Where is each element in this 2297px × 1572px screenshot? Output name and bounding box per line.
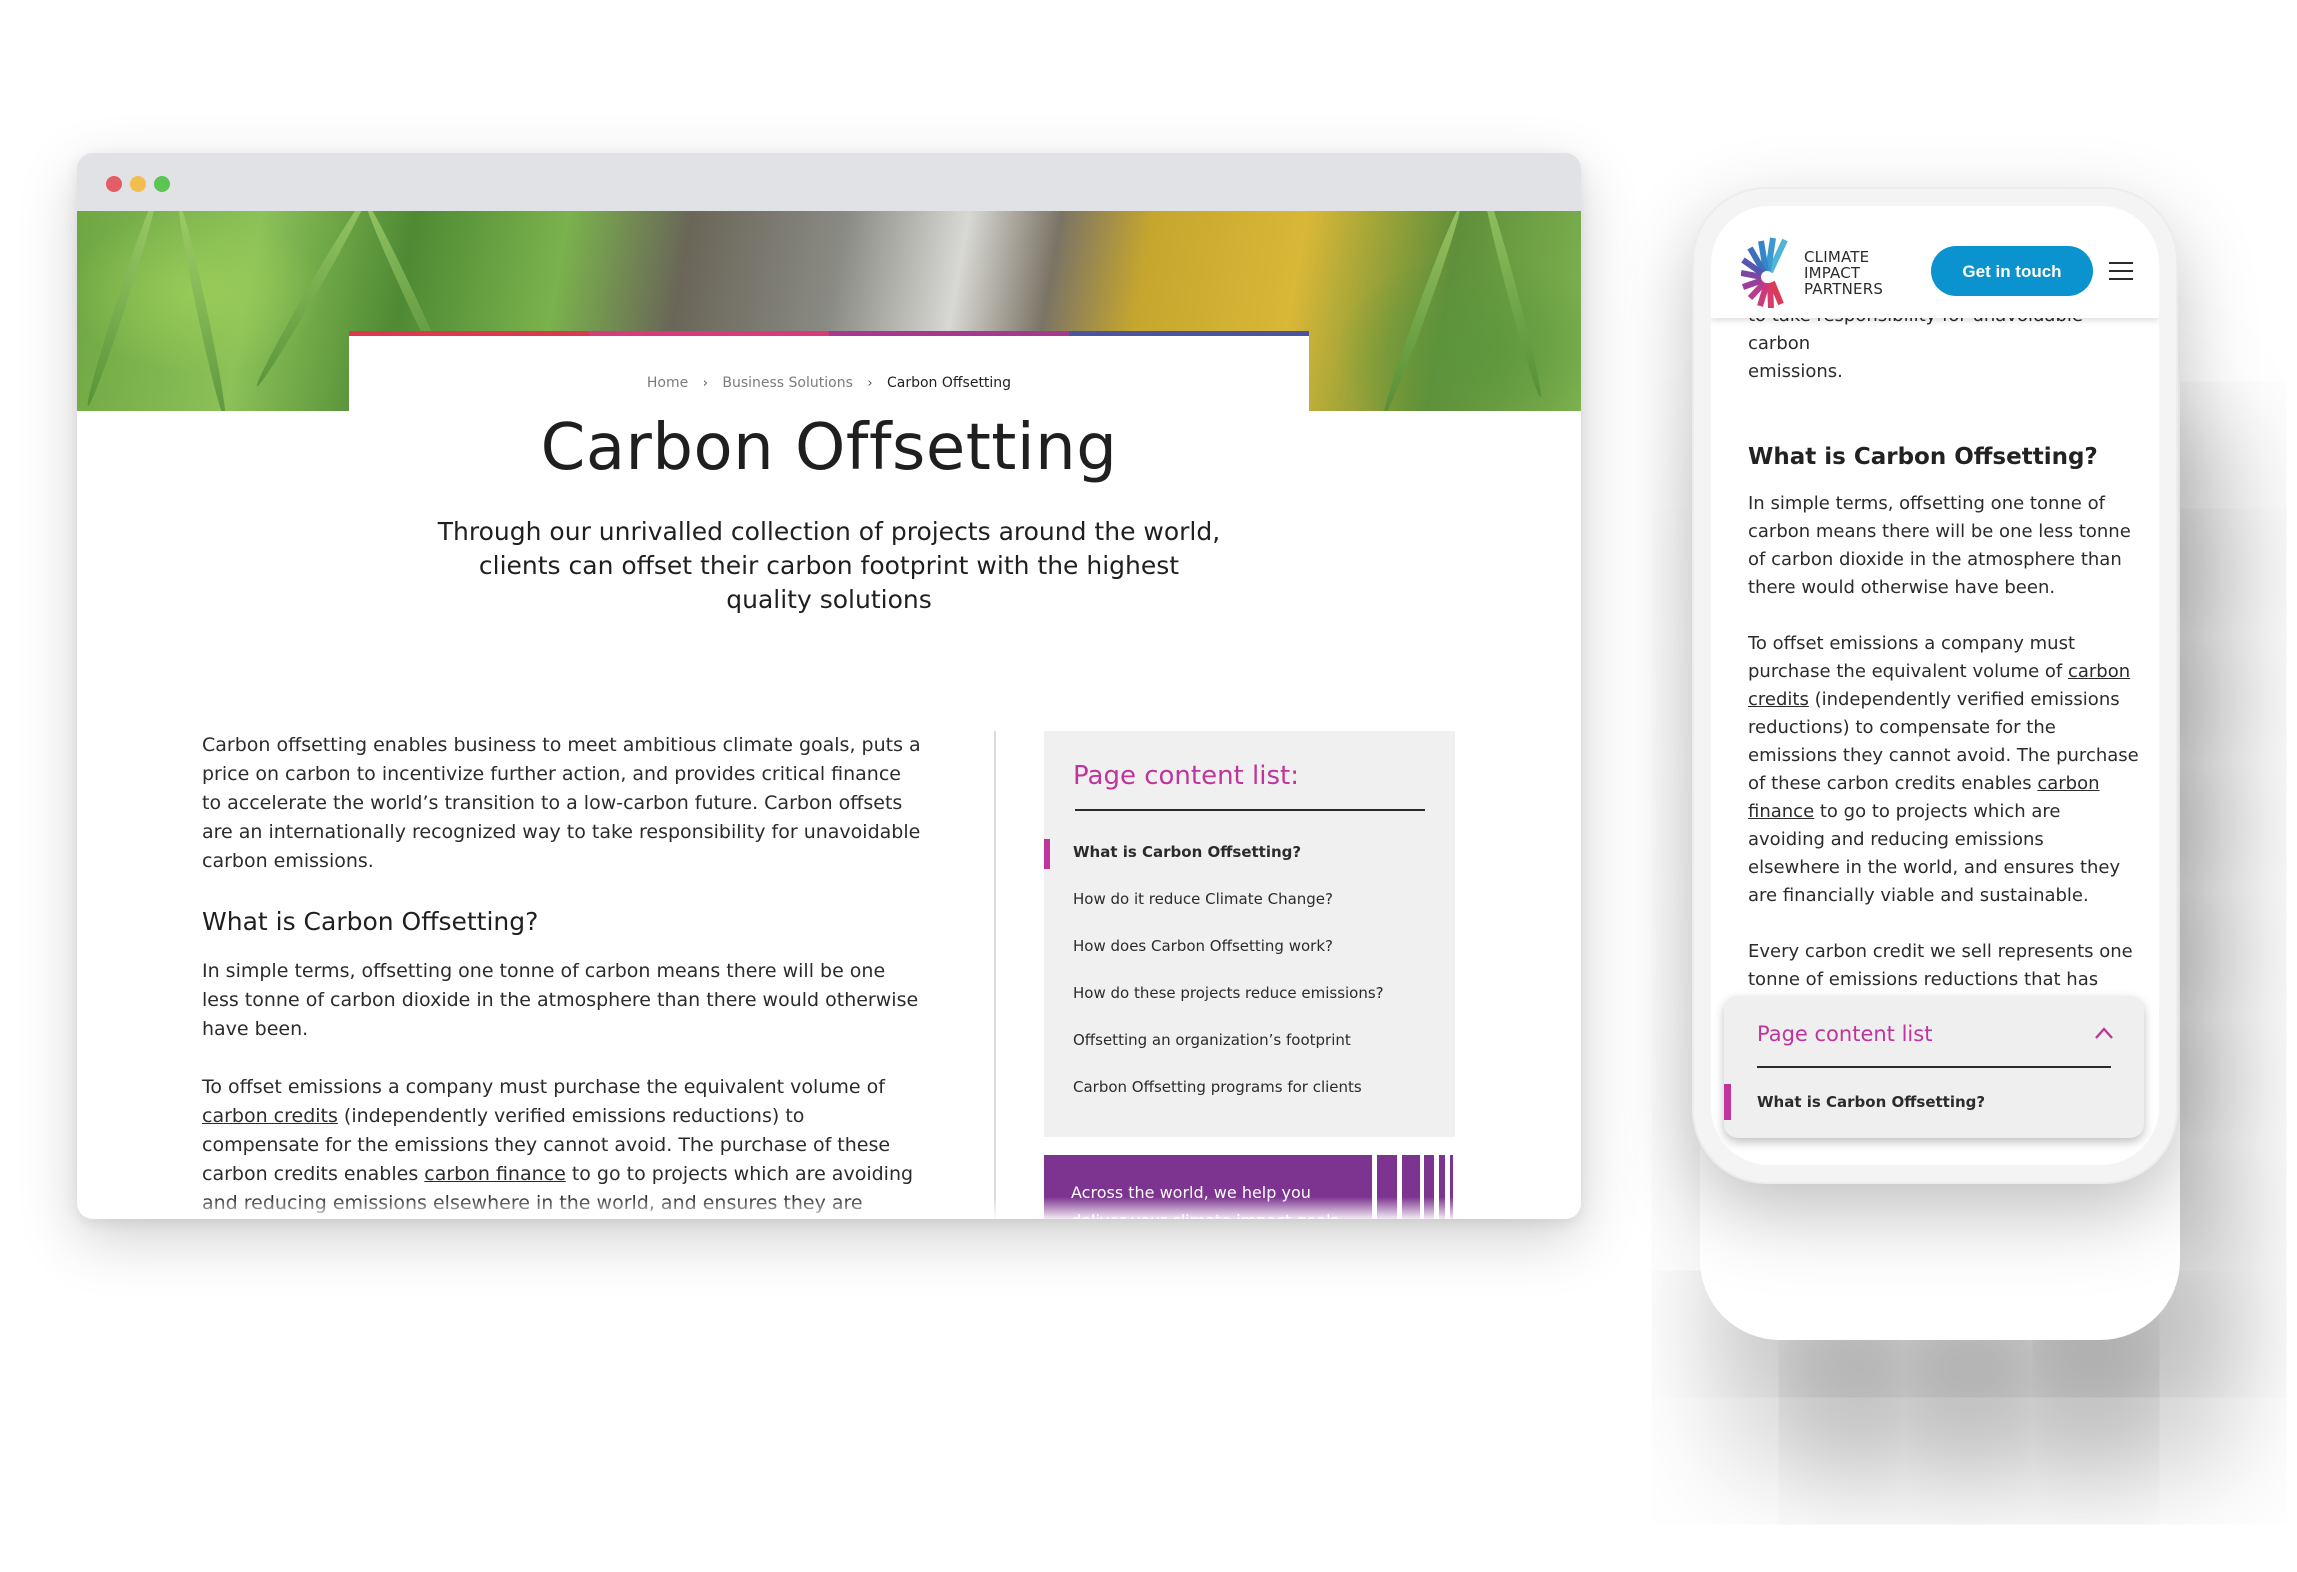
gradient-accent-bar — [349, 331, 1309, 336]
column-divider — [994, 731, 996, 1219]
page-subtitle: Through our unrivalled collection of pro… — [437, 517, 1221, 614]
article-content: Carbon offsetting enables business to me… — [202, 731, 926, 1219]
logo-line: CLIMATE — [1804, 248, 1870, 266]
paragraph: In simple terms, offsetting one tonne of… — [1748, 493, 2131, 598]
chevron-right-icon: › — [867, 376, 873, 391]
maximize-window-button[interactable] — [154, 176, 170, 192]
mobile-device-frame: CLIMATE IMPACT PARTNERS Get in touch to … — [1694, 189, 2176, 1182]
mobile-toc-divider — [1757, 1066, 2111, 1068]
logo-line: PARTNERS — [1804, 280, 1884, 298]
leaf-decoration — [1478, 211, 1546, 399]
text: To offset emissions a company must purch… — [202, 1076, 885, 1098]
climate-impact-partners-logo-icon[interactable] — [1741, 236, 1799, 308]
mobile-screen: CLIMATE IMPACT PARTNERS Get in touch to … — [1711, 206, 2159, 1165]
toc-item[interactable]: Offsetting an organization’s footprint — [1044, 1017, 1455, 1064]
close-window-button[interactable] — [106, 176, 122, 192]
toc-item[interactable]: How does Carbon Offsetting work? — [1044, 923, 1455, 970]
toc-title: Page content list: — [1073, 761, 1299, 791]
breadcrumb-home-link[interactable]: Home — [647, 375, 688, 391]
toc-item[interactable]: What is Carbon Offsetting? — [1044, 829, 1455, 876]
page-title: Carbon Offsetting — [540, 411, 1118, 485]
minimize-window-button[interactable] — [130, 176, 146, 192]
toc-list: What is Carbon Offsetting? How do it redu… — [1044, 829, 1455, 1111]
chevron-up-icon[interactable] — [2094, 1026, 2114, 1040]
text: To offset emissions a company must purch… — [1748, 633, 2076, 682]
toc-item[interactable]: How do these projects reduce emissions? — [1044, 970, 1455, 1017]
leaf-decoration — [174, 211, 230, 411]
mobile-toc-item-active[interactable]: What is Carbon Offsetting? — [1757, 1084, 1985, 1120]
leaf-decoration — [83, 211, 161, 408]
accent-bar-segment — [589, 331, 829, 336]
active-item-marker — [1724, 1084, 1731, 1120]
accent-bar-segment — [1069, 331, 1309, 336]
section-heading: What is Carbon Offsetting? — [202, 907, 539, 936]
browser-title-bar — [77, 153, 1581, 211]
get-in-touch-button[interactable]: Get in touch — [1931, 246, 2093, 296]
toc-divider — [1075, 809, 1425, 811]
page-content-list: Page content list: What is Carbon Offset… — [1044, 731, 1455, 1137]
accent-bar-segment — [829, 331, 1069, 336]
chevron-right-icon: › — [702, 376, 708, 391]
intro-paragraph: Carbon offsetting enables business to me… — [202, 734, 921, 872]
toc-item[interactable]: Carbon Offsetting programs for clients — [1044, 1064, 1455, 1111]
mobile-section-heading: What is Carbon Offsetting? — [1748, 444, 2098, 470]
text-line: emissions. — [1748, 361, 1843, 382]
paragraph: To offset emissions a company must purch… — [1748, 630, 2140, 910]
bottom-fade — [77, 1197, 1581, 1219]
leaf-decoration — [1379, 211, 1465, 411]
logo-wordmark: CLIMATE IMPACT PARTNERS — [1804, 249, 1883, 297]
toc-item[interactable]: How do it reduce Climate Change? — [1044, 876, 1455, 923]
logo-line: IMPACT — [1804, 264, 1861, 282]
carbon-credits-link[interactable]: carbon credits — [202, 1105, 338, 1127]
breadcrumb-business-solutions-link[interactable]: Business Solutions — [722, 375, 853, 391]
accent-bar-segment — [349, 331, 589, 336]
carbon-finance-link[interactable]: carbon finance — [424, 1163, 566, 1185]
mobile-toc-title[interactable]: Page content list — [1757, 1022, 1932, 1046]
paragraph: In simple terms, offsetting one tonne of… — [202, 960, 919, 1040]
breadcrumb-current: Carbon Offsetting — [886, 375, 1012, 391]
mobile-article-content: to take responsibility for unavoidable c… — [1748, 302, 2140, 1078]
mobile-header: CLIMATE IMPACT PARTNERS Get in touch — [1711, 206, 2159, 318]
mobile-page-content-list[interactable]: Page content list What is Carbon Offsett… — [1724, 996, 2144, 1138]
desktop-browser-window: Home › Business Solutions › Carbon Offse… — [77, 153, 1581, 1219]
breadcrumb: Home › Business Solutions › Carbon Offse… — [349, 375, 1309, 391]
hamburger-icon[interactable] — [2109, 262, 2133, 280]
